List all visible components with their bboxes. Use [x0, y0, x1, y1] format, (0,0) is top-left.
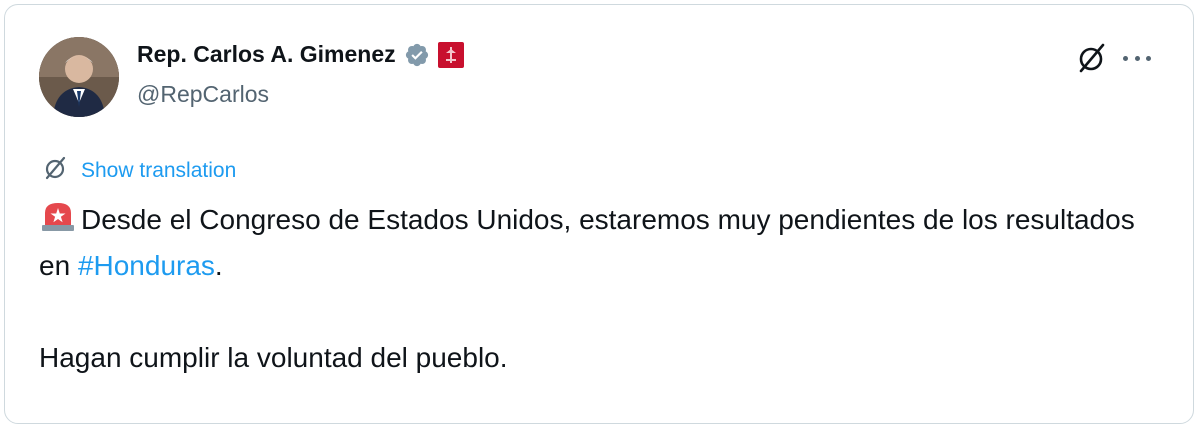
- author-display-name[interactable]: Rep. Carlos A. Gimenez: [137, 41, 396, 68]
- verified-badge-icon[interactable]: [404, 42, 430, 68]
- siren-emoji-icon: [39, 199, 77, 233]
- tweet-text-period: .: [214, 250, 223, 281]
- more-options-icon[interactable]: [1123, 49, 1151, 67]
- author-handle[interactable]: @RepCarlos: [137, 81, 269, 108]
- tweet-paragraph-1: Desde el Congreso de Estados Unidos, est…: [39, 197, 1169, 289]
- grok-icon[interactable]: [1075, 41, 1109, 75]
- author-name-row: Rep. Carlos A. Gimenez: [137, 41, 464, 68]
- tweet-paragraph-2: Hagan cumplir la voluntad del pueblo.: [39, 342, 508, 373]
- hashtag-link[interactable]: #Honduras: [78, 250, 215, 281]
- translate-icon: [43, 155, 69, 186]
- tweet-card[interactable]: Rep. Carlos A. Gimenez @RepCarlos Show t…: [4, 4, 1194, 424]
- avatar[interactable]: [39, 37, 119, 117]
- translation-row[interactable]: Show translation: [43, 155, 236, 186]
- us-house-flag-icon[interactable]: [437, 41, 464, 68]
- tweet-body: Desde el Congreso de Estados Unidos, est…: [39, 197, 1169, 381]
- show-translation-link[interactable]: Show translation: [81, 159, 236, 183]
